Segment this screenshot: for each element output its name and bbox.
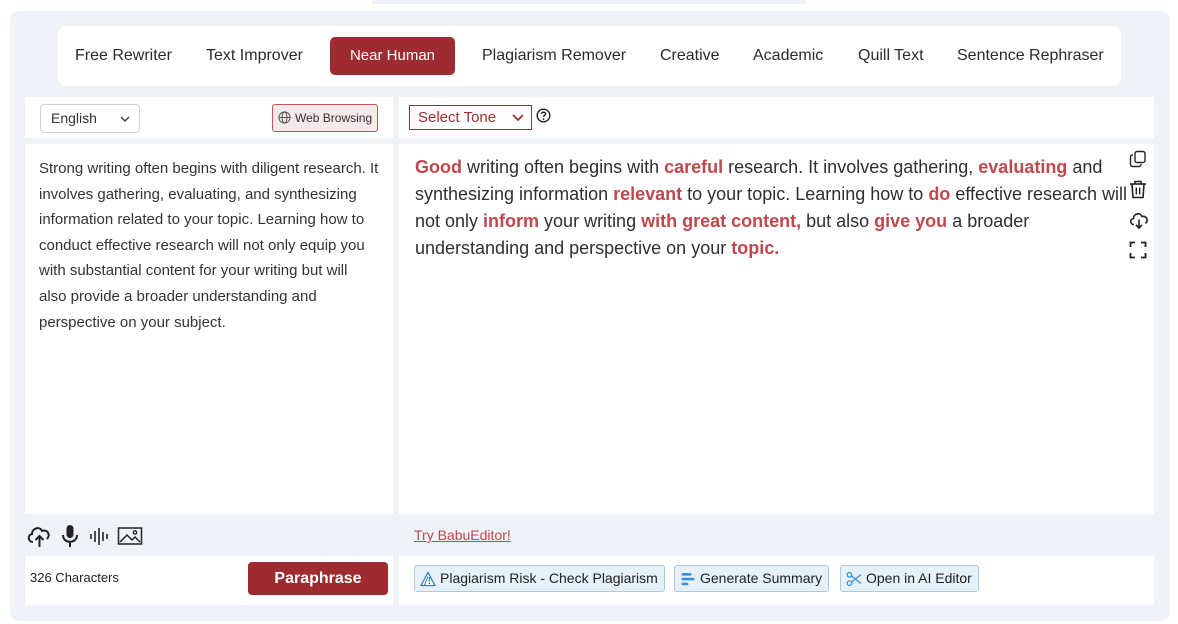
output-toolbar: Select Tone [399, 97, 1154, 138]
tab-text-improver[interactable]: Text Improver [206, 37, 303, 75]
download-icon[interactable] [1129, 211, 1149, 234]
tab-creative[interactable]: Creative [660, 37, 720, 75]
chevron-down-icon [120, 106, 130, 142]
output-text-segment: research. It involves gathering, [723, 157, 979, 177]
changed-word[interactable]: topic. [731, 238, 779, 258]
tab-academic[interactable]: Academic [753, 37, 823, 75]
help-icon[interactable] [536, 108, 551, 128]
open-ai-editor-label: Open in AI Editor [866, 570, 972, 586]
globe-icon [278, 111, 291, 124]
tone-select[interactable]: Select Tone [409, 105, 532, 130]
output-side-tools [1129, 150, 1149, 271]
open-ai-editor-button[interactable]: Open in AI Editor [840, 565, 979, 592]
warning-triangle-icon [420, 571, 436, 587]
image-icon[interactable] [117, 523, 143, 554]
tone-select-label: Select Tone [418, 109, 497, 126]
changed-word[interactable]: do [928, 184, 950, 204]
output-text-segment: to your topic. Learning how to [682, 184, 929, 204]
changed-word[interactable]: relevant [613, 184, 682, 204]
upload-cloud-icon[interactable] [26, 523, 53, 554]
changed-word[interactable]: inform [483, 211, 539, 231]
output-text-segment: writing often begins with [462, 157, 665, 177]
output-footer: Plagiarism Risk - Check Plagiarism Gener… [399, 556, 1154, 605]
fullscreen-icon[interactable] [1129, 241, 1149, 264]
character-count: 326 Characters [30, 570, 119, 585]
chevron-down-icon [512, 106, 524, 137]
output-text: Good writing often begins with careful r… [399, 144, 1154, 514]
generate-summary-button[interactable]: Generate Summary [674, 565, 830, 592]
try-babueditor-link[interactable]: Try BabuEditor! [414, 527, 511, 543]
audio-wave-icon[interactable] [89, 523, 111, 554]
input-textarea[interactable]: Strong writing often begins with diligen… [25, 144, 393, 514]
summary-bars-icon [681, 573, 695, 586]
trash-icon[interactable] [1129, 180, 1149, 204]
copy-icon[interactable] [1129, 150, 1149, 173]
ai-editor-icon [846, 571, 862, 587]
tab-quill-text[interactable]: Quill Text [858, 37, 924, 75]
changed-word[interactable]: careful [664, 157, 723, 177]
microphone-icon[interactable] [61, 523, 79, 554]
changed-word[interactable]: Good [415, 157, 462, 177]
tab-plagiarism-remover[interactable]: Plagiarism Remover [482, 37, 626, 75]
generate-summary-label: Generate Summary [700, 570, 823, 586]
mode-tabs: Free Rewriter Text Improver Near Human P… [58, 26, 1121, 86]
check-plagiarism-button[interactable]: Plagiarism Risk - Check Plagiarism [414, 565, 665, 592]
changed-word[interactable]: give you [874, 211, 947, 231]
check-plagiarism-label: Plagiarism Risk - Check Plagiarism [440, 570, 658, 586]
language-select[interactable]: English [40, 104, 140, 133]
input-footer: 326 Characters Paraphrase [25, 556, 393, 605]
tab-sentence-rephraser[interactable]: Sentence Rephraser [957, 37, 1104, 75]
tab-near-human[interactable]: Near Human [330, 37, 455, 75]
output-text-segment: but also [801, 211, 875, 231]
web-browsing-label: Web Browsing [295, 111, 373, 125]
language-value: English [51, 110, 97, 126]
changed-word[interactable]: with great content, [641, 211, 801, 231]
web-browsing-button[interactable]: Web Browsing [272, 104, 378, 132]
top-strip [372, 0, 806, 4]
paraphrase-button[interactable]: Paraphrase [248, 562, 388, 595]
tab-free-rewriter[interactable]: Free Rewriter [75, 37, 172, 75]
input-toolbar: English Web Browsing [25, 97, 393, 138]
output-text-segment: your writing [539, 211, 642, 231]
changed-word[interactable]: evaluating [978, 157, 1067, 177]
